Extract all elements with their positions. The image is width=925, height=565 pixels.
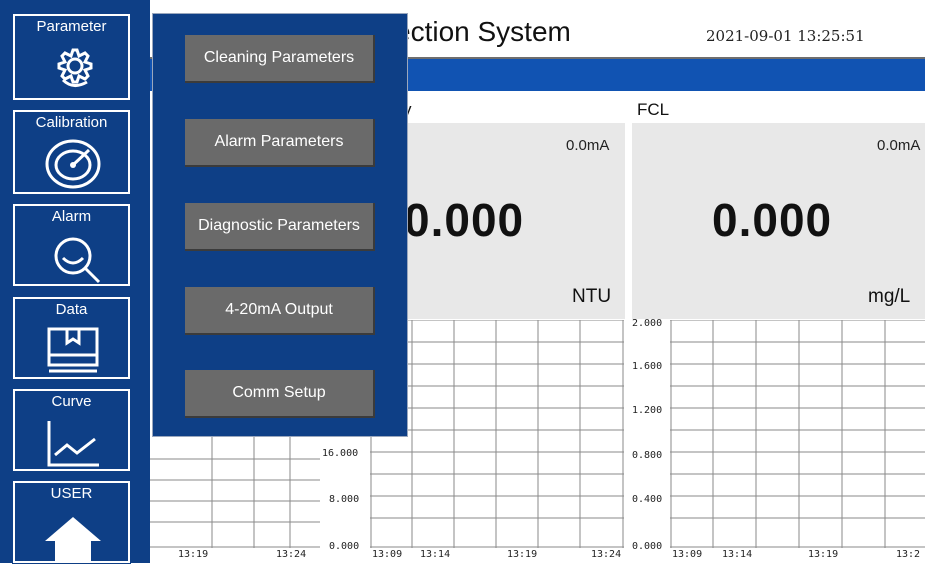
measurement-value: 0.000 <box>712 194 833 246</box>
sidebar-item-label: Alarm <box>51 208 92 225</box>
home-icon <box>45 517 101 561</box>
y-tick: 0.400 <box>632 494 663 505</box>
x-tick: 13:2 <box>896 549 921 560</box>
x-tick: 13:09 <box>672 549 703 560</box>
menu-item-diagnostic-parameters[interactable]: Diagnostic Parameters <box>185 203 375 251</box>
trend-chart-fcl <box>670 319 925 548</box>
left-chart-grid <box>150 437 320 548</box>
sidebar-item-calibration[interactable]: Calibration <box>13 110 130 194</box>
y-tick: 2.000 <box>632 318 663 329</box>
x-tick: 13:19 <box>808 549 839 560</box>
y-tick: 0.800 <box>632 450 663 461</box>
y-tick: 1.600 <box>632 361 663 372</box>
sidebar-item-label: USER <box>50 485 93 502</box>
menu-item-4-20ma-output[interactable]: 4-20mA Output <box>185 287 375 335</box>
y-tick: 0.000 <box>329 541 360 552</box>
trend-chart-turbidity <box>370 319 624 548</box>
sidebar-item-user[interactable]: USER <box>13 481 130 563</box>
x-tick: 13:14 <box>722 549 753 560</box>
x-tick: 13:24 <box>591 549 622 560</box>
x-tick: 13:19 <box>507 549 538 560</box>
trend-chart-grid <box>370 319 624 548</box>
data-box-icon <box>47 327 99 373</box>
measurement-value: 0.000 <box>404 194 525 246</box>
magnifier-alarm-icon <box>54 237 101 284</box>
x-tick: 13:24 <box>276 549 307 560</box>
measurement-unit: mg/L <box>868 286 911 307</box>
datetime-display: 2021-09-01 13:25:51 <box>706 27 865 45</box>
sidebar-item-parameter[interactable]: Parameter <box>13 14 130 100</box>
y-tick: 0.000 <box>632 541 663 552</box>
sensor-name: FCL <box>637 100 670 119</box>
current-output: 0.0mA <box>877 137 921 154</box>
current-output: 0.0mA <box>566 137 610 154</box>
line-chart-icon <box>47 421 99 467</box>
page-title: ection System <box>395 16 571 47</box>
menu-item-alarm-parameters[interactable]: Alarm Parameters <box>185 119 375 167</box>
sidebar-item-label: Parameter <box>36 18 107 35</box>
y-tick: 1.200 <box>632 405 663 416</box>
x-tick: 13:14 <box>420 549 451 560</box>
parameter-dropdown-menu: Cleaning Parameters Alarm Parameters Dia… <box>152 13 408 437</box>
x-tick: 13:19 <box>178 549 209 560</box>
y-tick: 8.000 <box>329 494 360 505</box>
sidebar-item-alarm[interactable]: Alarm <box>13 204 130 286</box>
gear-icon <box>57 48 93 87</box>
menu-item-cleaning-parameters[interactable]: Cleaning Parameters <box>185 35 375 83</box>
sidebar-item-label: Curve <box>51 393 92 410</box>
menu-item-comm-setup[interactable]: Comm Setup <box>185 370 375 418</box>
x-tick: 13:09 <box>372 549 403 560</box>
sidebar-item-data[interactable]: Data <box>13 297 130 379</box>
y-tick: 16.000 <box>322 448 359 459</box>
sidebar-item-curve[interactable]: Curve <box>13 389 130 471</box>
trend-chart-grid <box>670 319 925 548</box>
sidebar-item-label: Calibration <box>35 114 108 131</box>
gauge-icon <box>45 139 101 189</box>
sidebar-item-label: Data <box>55 301 88 318</box>
left-chart <box>150 437 320 548</box>
measurement-unit: NTU <box>572 286 612 307</box>
